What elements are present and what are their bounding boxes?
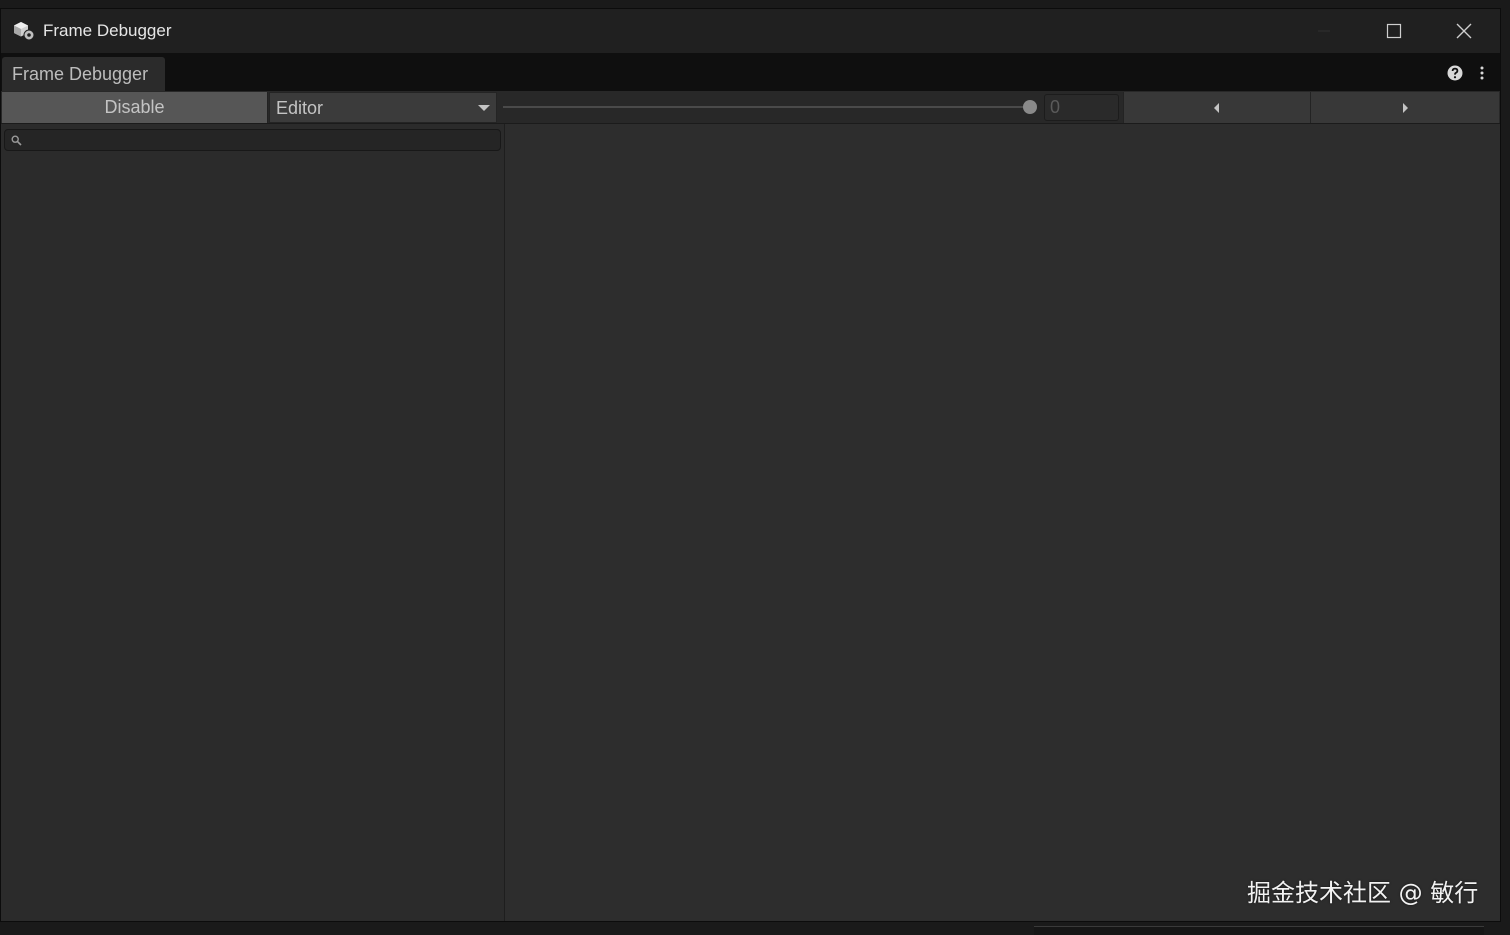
previous-event-button[interactable] [1123,92,1310,123]
triangle-left-icon [1214,102,1219,113]
help-icon[interactable] [1447,65,1463,81]
target-dropdown[interactable]: Editor [269,92,497,123]
minimize-icon [1318,30,1330,32]
title-bar[interactable]: Frame Debugger [1,9,1500,53]
tab-frame-debugger[interactable]: Frame Debugger [2,57,165,91]
tab-label: Frame Debugger [12,64,149,84]
search-icon [11,135,22,146]
slider-handle[interactable] [1023,100,1037,114]
unity-cube-gear-icon [14,22,35,41]
close-icon [1456,23,1472,39]
search-field[interactable] [4,129,501,152]
event-slider[interactable] [503,93,1039,121]
window-title: Frame Debugger [43,21,172,40]
watermark-text: 掘金技术社区 @ 敏行 [1247,879,1479,907]
more-menu-icon[interactable] [1477,65,1487,81]
tab-strip: Frame Debugger [1,53,1500,91]
next-event-button[interactable] [1310,92,1499,123]
triangle-right-icon [1403,102,1408,113]
slider-track[interactable] [503,106,1027,108]
maximize-button[interactable] [1359,9,1429,53]
frame-debugger-window: Frame Debugger Frame Debugger Disable Ed… [0,8,1501,922]
minimize-button[interactable] [1289,9,1359,53]
event-details-panel [505,124,1500,921]
target-dropdown-value: Editor [276,98,324,118]
search-input[interactable] [27,130,501,152]
event-hierarchy-panel [1,124,505,921]
event-index-input[interactable] [1044,94,1119,121]
chevron-down-icon [478,105,490,111]
close-button[interactable] [1429,9,1499,53]
toolbar: Disable Editor [1,91,1500,124]
maximize-icon [1386,23,1402,39]
disable-button[interactable]: Disable [2,92,268,123]
